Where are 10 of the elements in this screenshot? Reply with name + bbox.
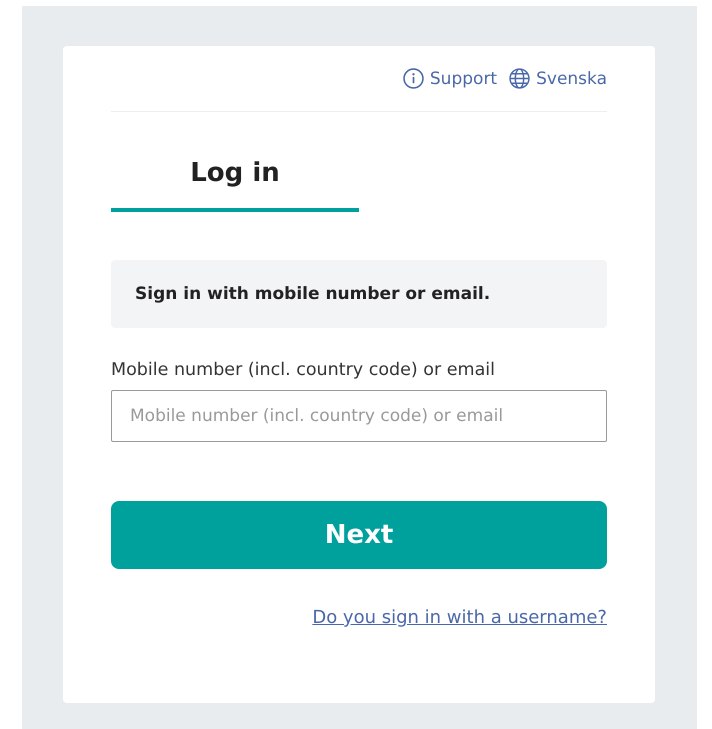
header-link[interactable]: Support [402,68,498,89]
tab[interactable]: Log in [111,142,359,212]
notice-text: Sign in with mobile number or email. [135,284,490,304]
info-icon [402,68,424,89]
input-field[interactable]: Mobile number (incl. country code) or email [111,390,607,442]
field-label: Mobile number (incl. country code) or email [111,360,496,380]
next-button[interactable]: Next [111,501,607,569]
header-link[interactable]: Svenska [509,68,607,89]
globe-icon [509,68,530,89]
username-link[interactable]: Do you sign in with a username? [312,607,607,628]
